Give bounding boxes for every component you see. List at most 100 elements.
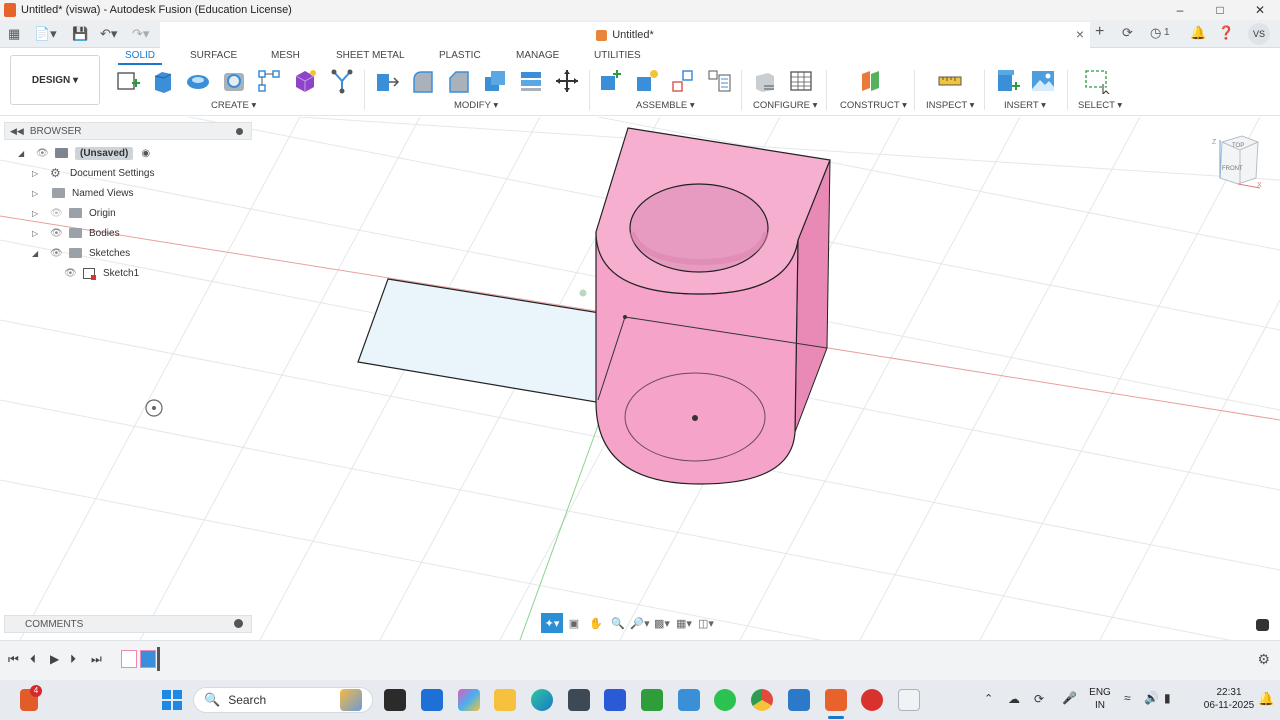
modify-group-label[interactable]: MODIFY ▾ <box>454 100 498 111</box>
pan-icon[interactable]: ✋ <box>585 613 607 633</box>
step-forward-icon[interactable]: ⏵ <box>70 652 76 667</box>
fillet-icon[interactable] <box>410 68 436 94</box>
remote-desktop-icon[interactable] <box>678 689 700 711</box>
tree-item-bodies[interactable]: ▷ 👁 Bodies <box>32 224 120 242</box>
inspect-group-label[interactable]: INSPECT ▾ <box>926 100 974 111</box>
insert-group-label[interactable]: INSERT ▾ <box>1004 100 1046 111</box>
windows-start-icon[interactable] <box>162 690 182 710</box>
play-icon[interactable]: ▶ <box>50 652 59 666</box>
store-icon[interactable] <box>421 689 443 711</box>
acrobat-icon[interactable] <box>861 689 883 711</box>
timeline-extrude-feature-icon[interactable] <box>140 650 156 668</box>
configure-body-icon[interactable] <box>752 68 778 94</box>
task-view-icon[interactable] <box>384 689 406 711</box>
fusion-taskbar-icon[interactable] <box>825 689 847 711</box>
visibility-eye-icon[interactable]: 👁 <box>36 148 50 159</box>
form-icon[interactable] <box>292 68 318 94</box>
browser-pin-icon[interactable] <box>236 128 243 135</box>
activate-component-icon[interactable]: ◉ <box>141 148 150 159</box>
photos-app-icon[interactable] <box>788 689 810 711</box>
tree-item-origin[interactable]: ▷ 👁 Origin <box>32 204 116 222</box>
expand-arrow-icon[interactable]: ▷ <box>32 189 42 198</box>
job-status-icon[interactable]: ◷ <box>1150 25 1161 41</box>
grid-settings-icon[interactable]: ▦▾ <box>673 613 695 633</box>
viewcube-top-label[interactable]: TOP <box>1232 143 1244 149</box>
close-window-button[interactable]: ✕ <box>1240 0 1280 20</box>
insert-canvas-icon[interactable] <box>1030 68 1056 94</box>
create-sketch-icon[interactable] <box>115 68 141 94</box>
tab-solid[interactable]: SOLID <box>125 50 155 61</box>
tab-utilities[interactable]: UTILITIES <box>594 50 641 61</box>
collapse-arrow-icon[interactable]: ◢ <box>32 249 42 258</box>
whatsapp-icon[interactable] <box>714 689 736 711</box>
revolve-icon[interactable] <box>185 68 211 94</box>
help-icon[interactable]: ❓ <box>1218 25 1234 41</box>
xbox-icon[interactable] <box>641 689 663 711</box>
expand-arrow-icon[interactable]: ▷ <box>32 169 42 178</box>
new-component-icon[interactable] <box>598 68 624 94</box>
timeline-settings-icon[interactable]: ⚙ <box>1257 651 1270 668</box>
look-at-icon[interactable]: ▣ <box>563 613 585 633</box>
hidden-eye-icon[interactable]: 👁 <box>50 208 64 219</box>
tab-plastic[interactable]: PLASTIC <box>439 50 481 61</box>
expand-arrow-icon[interactable]: ▷ <box>32 229 42 238</box>
tab-surface[interactable]: SURFACE <box>190 50 237 61</box>
go-to-start-icon[interactable]: ⏮ <box>8 652 19 667</box>
measure-icon[interactable] <box>937 68 963 94</box>
viewports-icon[interactable]: ◫▾ <box>695 613 717 633</box>
tab-sheet-metal[interactable]: SHEET METAL <box>336 50 405 61</box>
tree-item-sketches[interactable]: ◢ 👁 Sketches <box>32 244 130 262</box>
snipping-tool-icon[interactable] <box>898 689 920 711</box>
tab-mesh[interactable]: MESH <box>271 50 300 61</box>
extrude-icon[interactable] <box>150 68 176 94</box>
microphone-icon[interactable]: 🎤 <box>1062 691 1077 705</box>
tree-item-named-views[interactable]: ▷ Named Views <box>32 184 134 202</box>
save-icon[interactable]: 💾 <box>72 26 88 42</box>
construct-group-label[interactable]: CONSTRUCT ▾ <box>840 100 907 111</box>
tree-item-document-settings[interactable]: ▷ ⚙ Document Settings <box>32 164 155 182</box>
notification-center-icon[interactable]: 🔔 <box>1258 691 1274 707</box>
timeline-sketch-feature-icon[interactable] <box>121 650 137 668</box>
word-app-icon[interactable] <box>604 689 626 711</box>
browser-header[interactable]: ◀◀ BROWSER <box>4 122 252 140</box>
visibility-eye-icon[interactable]: 👁 <box>64 268 78 279</box>
close-tab-icon[interactable]: × <box>1076 26 1084 42</box>
language-indicator-line2[interactable]: IN <box>1086 700 1114 711</box>
user-avatar[interactable]: VS <box>1248 23 1270 45</box>
comment-bubble-icon[interactable] <box>1256 619 1269 631</box>
add-comment-icon[interactable] <box>234 619 243 628</box>
shell-icon[interactable] <box>482 68 508 94</box>
derive-icon[interactable] <box>329 68 355 94</box>
combine-icon[interactable] <box>518 68 544 94</box>
copilot-app-icon[interactable] <box>458 689 480 711</box>
wifi-icon[interactable]: ≈ <box>1124 691 1131 705</box>
collapse-arrow-icon[interactable]: ◢ <box>18 149 28 158</box>
as-built-joint-icon[interactable] <box>670 68 696 94</box>
go-to-end-icon[interactable]: ⏭ <box>91 652 102 667</box>
assemble-group-label[interactable]: ASSEMBLE ▾ <box>636 100 695 111</box>
offset-plane-icon[interactable] <box>858 68 884 94</box>
configure-group-label[interactable]: CONFIGURE ▾ <box>753 100 817 111</box>
battery-icon[interactable]: ▮ <box>1164 691 1171 705</box>
configuration-table-icon[interactable] <box>788 68 814 94</box>
dark-app-icon[interactable] <box>568 689 590 711</box>
document-tab[interactable]: Untitled* × <box>160 22 1090 48</box>
clock-date[interactable]: 06-11-2025 <box>1199 700 1259 711</box>
edge-icon[interactable] <box>531 689 553 711</box>
cloud-sync-icon[interactable]: ☁ <box>1008 692 1020 706</box>
minimize-button[interactable]: – <box>1160 0 1200 20</box>
collapse-browser-icon[interactable]: ◀◀ <box>10 126 24 137</box>
volume-icon[interactable]: 🔊 <box>1144 691 1159 705</box>
chamfer-icon[interactable] <box>446 68 472 94</box>
joint-origin-icon[interactable] <box>706 68 732 94</box>
selection-box-icon[interactable] <box>1084 68 1110 94</box>
hole-icon[interactable] <box>221 68 247 94</box>
zoom-icon[interactable]: 🔍 <box>607 613 629 633</box>
clock-time[interactable]: 22:31 <box>1204 687 1254 698</box>
orbit-icon[interactable]: ✦▾ <box>541 613 563 633</box>
step-back-icon[interactable]: ⏴ <box>30 652 36 667</box>
visibility-eye-icon[interactable]: 👁 <box>50 228 64 239</box>
pattern-icon[interactable] <box>256 68 282 94</box>
press-pull-icon[interactable] <box>374 68 400 94</box>
maximize-button[interactable]: □ <box>1200 0 1240 20</box>
